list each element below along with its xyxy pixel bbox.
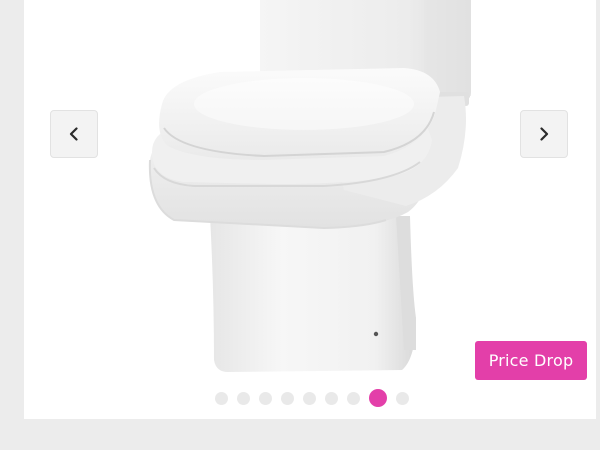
carousel-dot[interactable]: [259, 391, 272, 405]
carousel-dot[interactable]: [396, 391, 409, 405]
carousel-next-button[interactable]: [520, 110, 568, 158]
carousel-dot[interactable]: [215, 391, 228, 405]
carousel-dot-active[interactable]: [369, 389, 387, 407]
carousel-pagination: [215, 389, 409, 407]
carousel-dot[interactable]: [281, 391, 294, 405]
carousel-dot[interactable]: [347, 391, 360, 405]
chevron-right-icon: [540, 127, 549, 141]
chevron-left-icon: [69, 127, 78, 141]
price-drop-badge: Price Drop: [475, 341, 587, 380]
carousel-dot[interactable]: [237, 391, 250, 405]
carousel-prev-button[interactable]: [50, 110, 98, 158]
carousel-dot[interactable]: [303, 391, 316, 405]
carousel-dot[interactable]: [325, 391, 338, 405]
product-gallery-card: Price Drop: [24, 0, 596, 419]
